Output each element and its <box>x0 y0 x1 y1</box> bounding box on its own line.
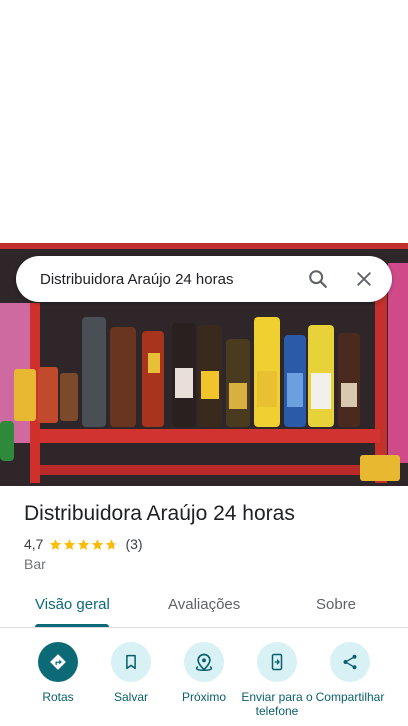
tab-sobre[interactable]: Sobre <box>316 596 356 628</box>
save-label: Salvar <box>113 690 148 704</box>
bookmark-icon <box>126 654 136 670</box>
nearby-button[interactable]: Próximo <box>164 642 244 704</box>
save-button[interactable]: Salvar <box>91 642 171 704</box>
directions-icon <box>50 654 66 670</box>
search-icon[interactable] <box>298 259 338 299</box>
star-icon <box>78 538 90 550</box>
star-icon <box>64 538 76 550</box>
search-input[interactable]: Distribuidora Araújo 24 horas <box>40 271 298 288</box>
directions-label: Rotas <box>42 690 74 704</box>
place-title: Distribuidora Araújo 24 horas <box>24 502 295 525</box>
star-icon <box>92 538 104 550</box>
directions-button[interactable]: Rotas <box>18 642 98 704</box>
review-count: (3) <box>125 536 143 552</box>
search-bar[interactable]: Distribuidora Araújo 24 horas <box>16 256 392 302</box>
close-icon[interactable] <box>344 259 384 299</box>
share-label: Compartilhar <box>315 690 385 704</box>
active-tab-indicator <box>35 624 109 627</box>
rating-stars <box>49 538 119 551</box>
action-bar: Rotas Salvar Próximo Enviar para o telef… <box>0 642 408 726</box>
share-button[interactable]: Compartilhar <box>310 642 390 704</box>
send-to-phone-button[interactable]: Enviar para o telefone <box>237 642 317 718</box>
nearby-label: Próximo <box>181 690 226 704</box>
rating-value: 4,7 <box>24 536 44 552</box>
place-category: Bar <box>24 556 46 572</box>
tab-avaliacoes[interactable]: Avaliações <box>168 596 240 628</box>
map-area <box>0 0 408 243</box>
nearby-icon <box>195 653 213 672</box>
share-icon <box>343 654 357 670</box>
half-star-icon <box>106 538 118 550</box>
rating-row[interactable]: 4,7 (3) <box>24 536 143 552</box>
send-to-phone-icon <box>271 653 283 671</box>
star-icon <box>50 538 62 550</box>
send-to-phone-label: Enviar para o telefone <box>241 690 313 718</box>
